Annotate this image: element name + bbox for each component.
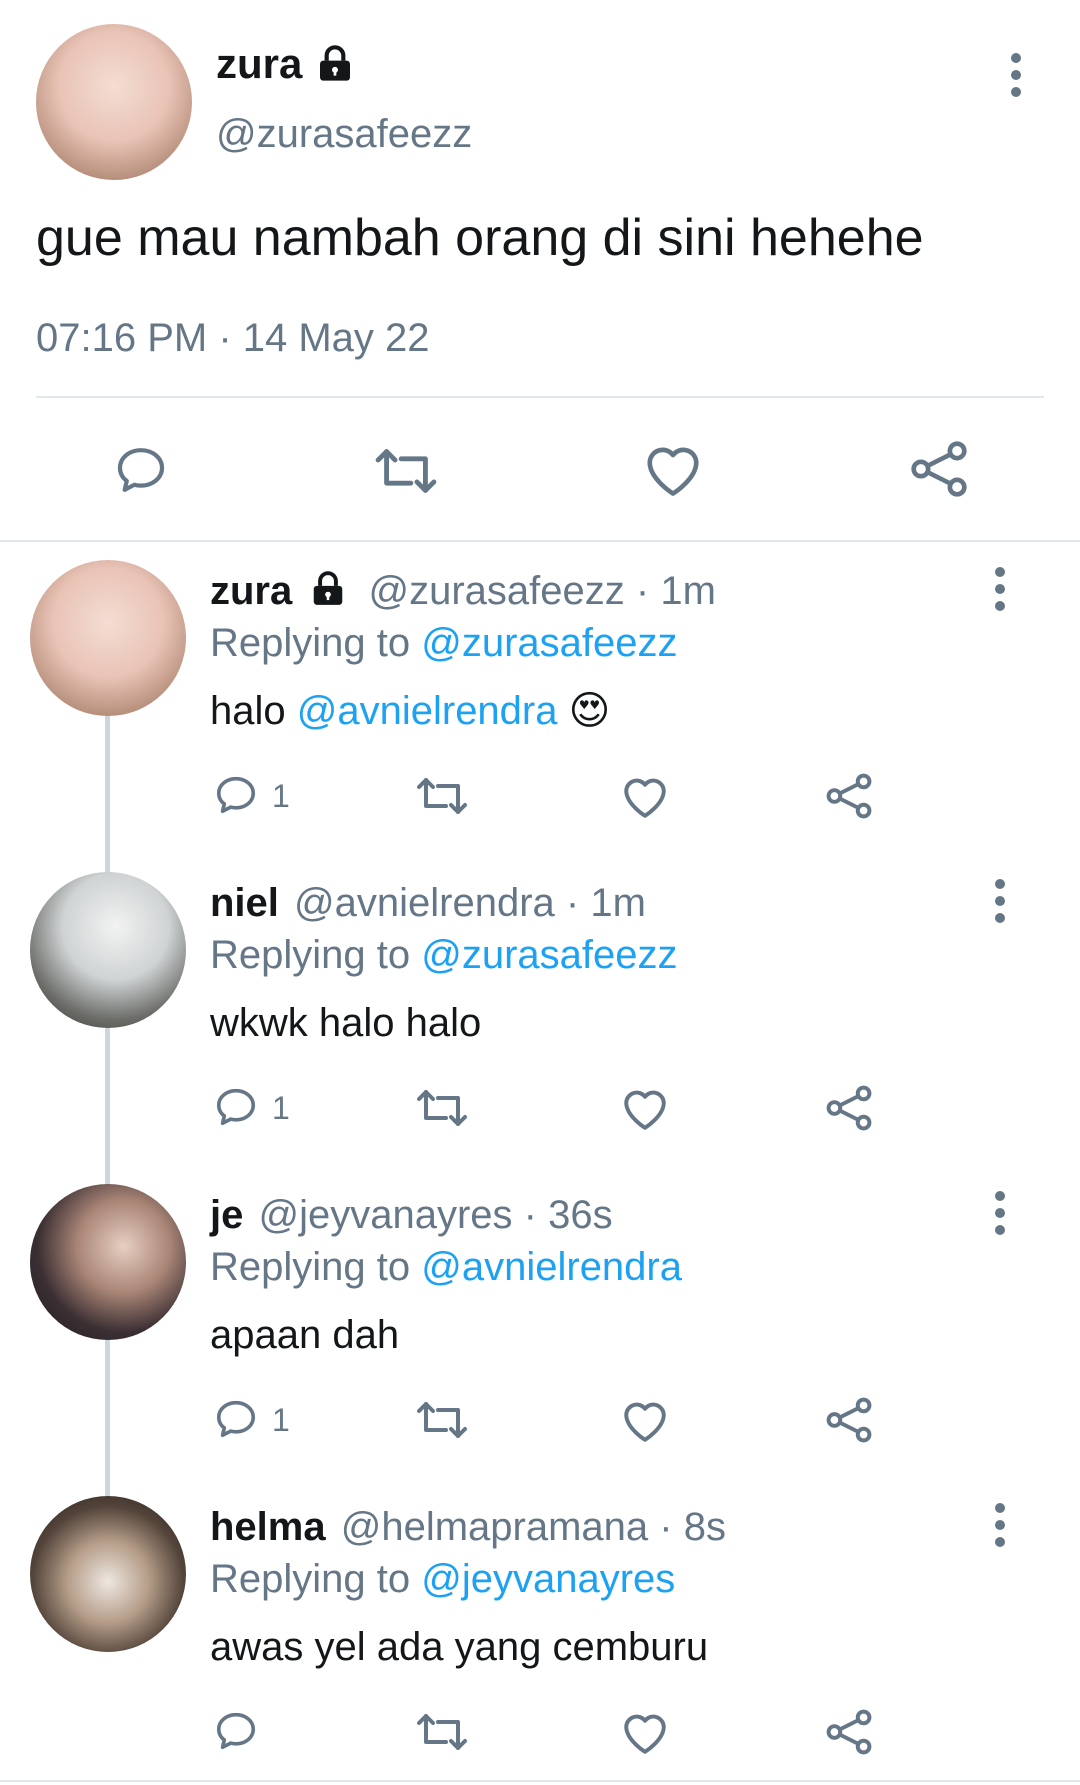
retweet-icon[interactable]	[414, 774, 470, 818]
reply-count: 1	[272, 1090, 290, 1126]
reply-text: apaan dah	[210, 1313, 400, 1357]
more-vertical-icon[interactable]	[988, 1502, 1012, 1548]
replying-to: Replying to @zurasafeezz	[210, 618, 678, 668]
handle[interactable]: @helmapramana	[341, 1505, 648, 1549]
handle[interactable]: @zurasafeezz	[216, 112, 472, 157]
share-icon[interactable]	[824, 772, 874, 820]
reply-time: · 1m	[565, 881, 646, 925]
replying-to: Replying to @avnielrendra	[210, 1242, 682, 1292]
share-icon[interactable]	[824, 1708, 874, 1756]
lock-icon	[309, 570, 347, 608]
reply-count: 1	[272, 778, 290, 814]
tweet-text: gue mau nambah orang di sini hehehe	[36, 209, 924, 267]
divider	[36, 396, 1044, 398]
avatar[interactable]	[36, 24, 192, 180]
reply-text-body: halo	[210, 689, 297, 733]
replying-label: Replying to	[210, 1557, 411, 1601]
reply-text: wkwk halo halo	[210, 1001, 482, 1045]
retweet-icon[interactable]	[414, 1086, 470, 1130]
more-vertical-icon[interactable]	[1004, 52, 1028, 98]
tweet-timestamp: 07:16 PM · 14 May 22	[36, 316, 430, 360]
thread-line	[105, 716, 110, 1496]
author-line: zura @zurasafeezz · 1m	[210, 566, 716, 616]
replying-to: Replying to @zurasafeezz	[210, 930, 678, 980]
like-icon[interactable]	[620, 1708, 670, 1756]
emoji: 😍	[568, 689, 611, 733]
display-name[interactable]: helma	[210, 1505, 326, 1549]
avatar[interactable]	[30, 560, 186, 716]
handle[interactable]: @zurasafeezz	[369, 569, 625, 613]
avatar[interactable]	[30, 872, 186, 1028]
like-icon[interactable]	[620, 1084, 670, 1132]
display-name[interactable]: zura	[216, 40, 302, 87]
like-icon[interactable]	[620, 1396, 670, 1444]
reply-time: · 1m	[635, 569, 716, 613]
retweet-icon[interactable]	[414, 1710, 470, 1754]
like-icon[interactable]	[642, 440, 704, 498]
reply-icon[interactable]	[212, 1396, 260, 1442]
reply-time: · 8s	[659, 1505, 726, 1549]
share-icon[interactable]	[824, 1396, 874, 1444]
author-line: zura	[216, 40, 355, 90]
retweet-icon[interactable]	[372, 444, 440, 498]
reply-icon[interactable]	[212, 1708, 260, 1754]
display-name[interactable]: niel	[210, 881, 279, 925]
display-name[interactable]: zura	[210, 569, 292, 613]
share-icon[interactable]	[908, 440, 970, 498]
author-line: niel @avnielrendra · 1m	[210, 878, 646, 928]
reply-text: halo @avnielrendra 😍	[210, 686, 610, 736]
reply-icon[interactable]	[212, 1084, 260, 1130]
display-name[interactable]: je	[210, 1193, 243, 1237]
bottom-divider	[0, 1780, 1080, 1782]
author-line: je @jeyvanayres · 36s	[210, 1190, 613, 1240]
replying-label: Replying to	[210, 621, 411, 665]
reply-text: awas yel ada yang cemburu	[210, 1625, 709, 1669]
more-vertical-icon[interactable]	[988, 566, 1012, 612]
replying-to-handle[interactable]: @zurasafeezz	[421, 933, 677, 977]
share-icon[interactable]	[824, 1084, 874, 1132]
more-vertical-icon[interactable]	[988, 1190, 1012, 1236]
lock-icon	[315, 44, 355, 84]
handle[interactable]: @avnielrendra	[294, 881, 555, 925]
like-icon[interactable]	[620, 772, 670, 820]
handle[interactable]: @jeyvanayres	[258, 1193, 512, 1237]
replying-label: Replying to	[210, 1245, 411, 1289]
section-divider	[0, 540, 1080, 542]
replying-to: Replying to @jeyvanayres	[210, 1554, 675, 1604]
avatar[interactable]	[30, 1496, 186, 1652]
replying-label: Replying to	[210, 933, 411, 977]
author-line: helma @helmapramana · 8s	[210, 1502, 726, 1552]
reply-time: · 36s	[523, 1193, 613, 1237]
replying-to-handle[interactable]: @zurasafeezz	[421, 621, 677, 665]
avatar[interactable]	[30, 1184, 186, 1340]
reply-icon[interactable]	[212, 772, 260, 818]
reply-count: 1	[272, 1402, 290, 1438]
mention-link[interactable]: @avnielrendra	[297, 689, 558, 733]
retweet-icon[interactable]	[414, 1398, 470, 1442]
replying-to-handle[interactable]: @avnielrendra	[421, 1245, 682, 1289]
reply-icon[interactable]	[110, 442, 172, 498]
more-vertical-icon[interactable]	[988, 878, 1012, 924]
replying-to-handle[interactable]: @jeyvanayres	[421, 1557, 675, 1601]
